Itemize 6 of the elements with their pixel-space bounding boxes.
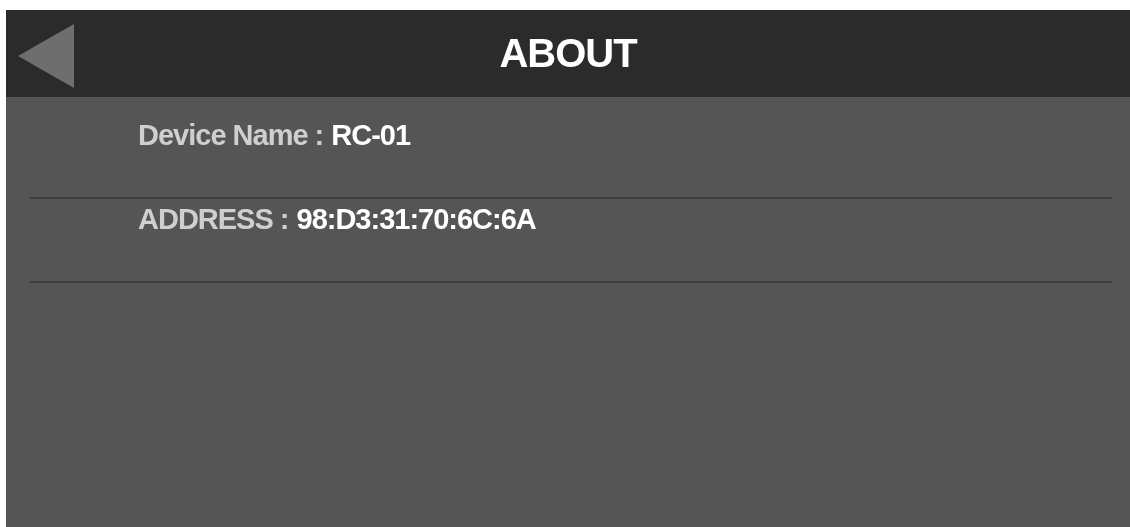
info-value: RC-01 [331,119,411,152]
info-value: 98:D3:31:70:6C:6A [296,203,536,236]
info-label: ADDRESS : [138,203,289,236]
info-label: Device Name : [138,119,324,152]
screen-title: ABOUT [499,31,637,76]
back-arrow-icon[interactable] [18,24,74,88]
